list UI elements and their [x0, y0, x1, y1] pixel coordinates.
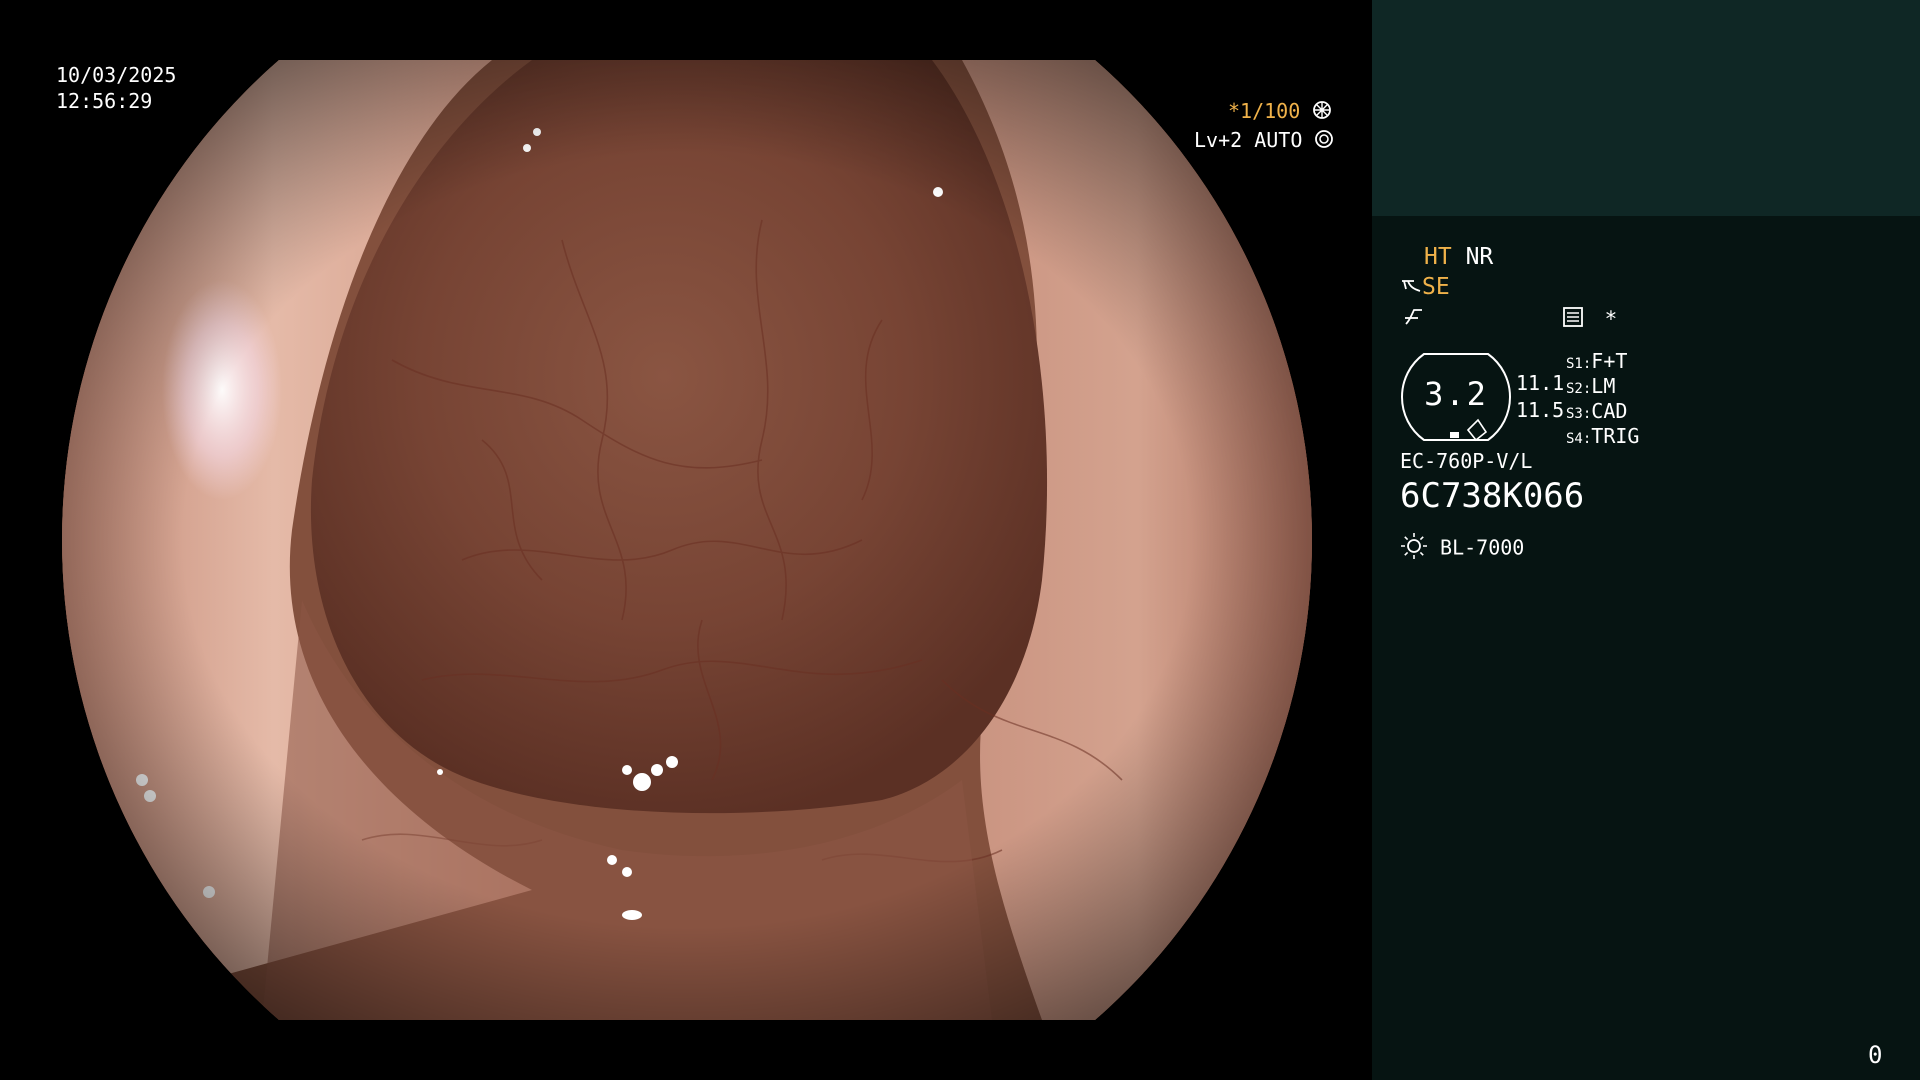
brightness-level-indicator: Lv+2 AUTO — [1194, 127, 1334, 155]
readout-2: 11.5 — [1516, 398, 1565, 422]
memory-indicator: * — [1562, 306, 1617, 334]
date-label: 10/03/2025 — [56, 63, 177, 87]
info-panel: HT NR SE * 3.2 11.1 11.5 S1:F+T S2:LM S3… — [1372, 0, 1920, 1080]
zoom-value: 3.2 — [1424, 375, 1488, 413]
light-source-label: BL-7000 — [1440, 535, 1525, 560]
scene-mode-key: S2 — [1566, 381, 1583, 397]
memory-asterisk: * — [1604, 307, 1618, 331]
shutter-speed-indicator: *1/100 — [1228, 98, 1332, 126]
ht-nr-row: HT NR — [1424, 244, 1493, 270]
filter-icon — [1402, 306, 1424, 334]
brightness-level-value: Lv+2 AUTO — [1194, 128, 1303, 152]
enhance-icon — [1400, 275, 1422, 301]
scene-mode-value: TRIG — [1591, 424, 1640, 448]
endoscopy-monitor: 10/03/2025 12:56:29 *1/100 Lv+2 AUTO HT … — [0, 0, 1920, 1080]
lamp-icon — [1400, 532, 1428, 566]
se-row: SE — [1400, 274, 1450, 301]
frame-counter: 0 — [1868, 1041, 1883, 1069]
endoscope-view: 10/03/2025 12:56:29 *1/100 Lv+2 AUTO — [0, 0, 1372, 1080]
endoscopic-image — [62, 60, 1312, 1020]
scope-model: EC-760P-V/L — [1400, 449, 1533, 473]
time-label: 12:56:29 — [56, 89, 153, 113]
iris-icon — [1314, 129, 1334, 155]
filter-indicator — [1402, 306, 1424, 334]
ht-label: HT — [1424, 244, 1452, 270]
scene-mode-s4: S4:TRIG — [1566, 424, 1640, 448]
shutter-speed-value: *1/100 — [1228, 99, 1301, 123]
se-label: SE — [1422, 274, 1450, 300]
info-panel-header-area — [1372, 0, 1920, 216]
scene-mode-value: LM — [1591, 374, 1616, 398]
scene-mode-key: S3 — [1566, 406, 1583, 422]
memory-card-icon — [1562, 306, 1584, 334]
light-source-row: BL-7000 — [1400, 532, 1524, 566]
colon-illustration — [62, 60, 1312, 1020]
scene-mode-value: F+T — [1591, 349, 1628, 373]
readout-1: 11.1 — [1516, 371, 1565, 395]
zoom-badge: 3.2 — [1400, 352, 1512, 442]
scene-mode-key: S4 — [1566, 431, 1583, 447]
aperture-icon — [1312, 100, 1332, 126]
scene-mode-key: S1 — [1566, 356, 1583, 372]
scope-serial: 6C738K066 — [1400, 476, 1585, 516]
scene-mode-value: CAD — [1591, 399, 1628, 423]
nr-label: NR — [1465, 244, 1494, 270]
